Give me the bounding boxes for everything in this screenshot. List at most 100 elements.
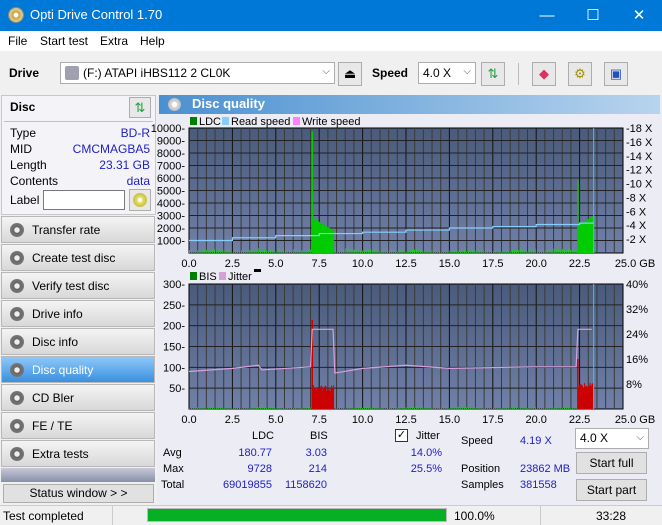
baseline-bar: [380, 407, 382, 409]
baseline-bar: [218, 250, 220, 253]
baseline-bar: [409, 407, 411, 409]
baseline-bar: [211, 249, 213, 253]
y-tick-label: 300-: [163, 279, 185, 291]
x-tick-label: 22.5: [569, 414, 590, 426]
baseline-bar: [249, 249, 251, 253]
baseline-bar: [480, 407, 482, 409]
baseline-bar: [468, 250, 470, 253]
baseline-bar: [484, 408, 486, 409]
baseline-bar: [482, 249, 484, 253]
baseline-bar: [249, 408, 251, 409]
y-tick-label: 100-: [163, 362, 185, 374]
status-bar: Test completed 100.0% 33:28: [0, 505, 662, 525]
baseline-bar: [478, 249, 480, 253]
y-tick-label: 50-: [169, 383, 185, 395]
baseline-bar: [338, 250, 340, 253]
jitter-checkbox[interactable]: ✓: [395, 429, 408, 442]
baseline-bar: [295, 249, 297, 253]
total-label: Total: [161, 479, 185, 491]
baseline-bar: [418, 251, 420, 253]
baseline-bar: [482, 408, 484, 409]
y-tick-label: 8000-: [157, 148, 185, 160]
baseline-bar: [297, 407, 299, 409]
baseline-bar: [213, 249, 215, 253]
baseline-bar: [572, 249, 574, 253]
x-tick-label: 15.0: [439, 258, 460, 270]
baseline-bar: [513, 407, 515, 409]
baseline-bar: [201, 251, 203, 253]
baseline-bar: [282, 248, 284, 253]
baseline-bar: [251, 249, 253, 253]
baseline-bar: [455, 407, 457, 409]
avg-jitter: 14.0%: [410, 447, 442, 459]
x-tick-label: 15.0: [439, 414, 460, 426]
baseline-bar: [295, 407, 297, 409]
baseline-bar: [568, 406, 570, 409]
start-full-button[interactable]: Start full: [576, 452, 647, 474]
baseline-bar: [203, 248, 205, 253]
baseline-bar: [347, 408, 349, 409]
status-text: Test completed: [3, 509, 84, 523]
baseline-bar: [234, 248, 236, 253]
baseline-bar: [397, 251, 399, 253]
checkmark-icon: ✓: [396, 429, 407, 441]
baseline-bar: [349, 407, 351, 409]
baseline-bar: [559, 249, 561, 253]
baseline-bar: [507, 250, 509, 253]
baseline-bar: [522, 408, 524, 409]
baseline-bar: [413, 407, 415, 409]
baseline-bar: [434, 248, 436, 253]
data-bar: [333, 385, 335, 409]
baseline-bar: [463, 407, 465, 409]
baseline-bar: [197, 407, 199, 409]
baseline-bar: [288, 408, 290, 409]
baseline-bar: [441, 251, 443, 253]
y2-tick-label: 40%: [626, 279, 648, 291]
baseline-bar: [238, 407, 240, 409]
baseline-bar: [545, 250, 547, 253]
total-bis: 1158620: [284, 479, 327, 491]
baseline-bar: [516, 250, 518, 253]
baseline-bar: [563, 250, 565, 253]
legend-read-speed-swatch: [222, 117, 229, 125]
baseline-bar: [388, 250, 390, 253]
baseline-bar: [405, 407, 407, 409]
baseline-bar: [499, 408, 501, 409]
max-label: Max: [163, 463, 184, 475]
baseline-bar: [241, 250, 243, 253]
baseline-bar: [386, 248, 388, 253]
baseline-bar: [528, 248, 530, 253]
baseline-bar: [405, 251, 407, 253]
baseline-bar: [466, 407, 468, 409]
baseline-bar: [524, 250, 526, 253]
baseline-bar: [574, 408, 576, 409]
start-part-button[interactable]: Start part: [576, 479, 647, 501]
test-speed-select[interactable]: 4.0 X ⌵: [575, 428, 649, 449]
baseline-bar: [547, 407, 549, 409]
baseline-bar: [568, 248, 570, 253]
max-bis: 214: [308, 463, 327, 475]
baseline-bar: [284, 407, 286, 409]
baseline-bar: [561, 408, 563, 409]
baseline-bar: [205, 249, 207, 253]
baseline-bar: [457, 406, 459, 409]
x-tick-label: 17.5: [482, 258, 503, 270]
baseline-bar: [549, 249, 551, 253]
baseline-bar: [226, 249, 228, 253]
x-tick-label: 12.5: [395, 258, 416, 270]
baseline-bar: [351, 408, 353, 409]
baseline-bar: [441, 407, 443, 409]
samples-value: 381558: [520, 479, 557, 491]
baseline-bar: [557, 248, 559, 253]
speed-stat-label: Speed: [461, 435, 493, 447]
baseline-bar: [378, 407, 380, 409]
position-value: 23862 MB: [520, 463, 571, 475]
baseline-bar: [303, 251, 305, 253]
baseline-bar: [272, 250, 274, 253]
divider: [112, 506, 113, 525]
baseline-bar: [357, 407, 359, 409]
baseline-bar: [428, 251, 430, 253]
x-tick-label: 25.0 GB: [615, 414, 655, 426]
y-tick-label: 10000-: [151, 123, 186, 135]
baseline-bar: [378, 250, 380, 253]
